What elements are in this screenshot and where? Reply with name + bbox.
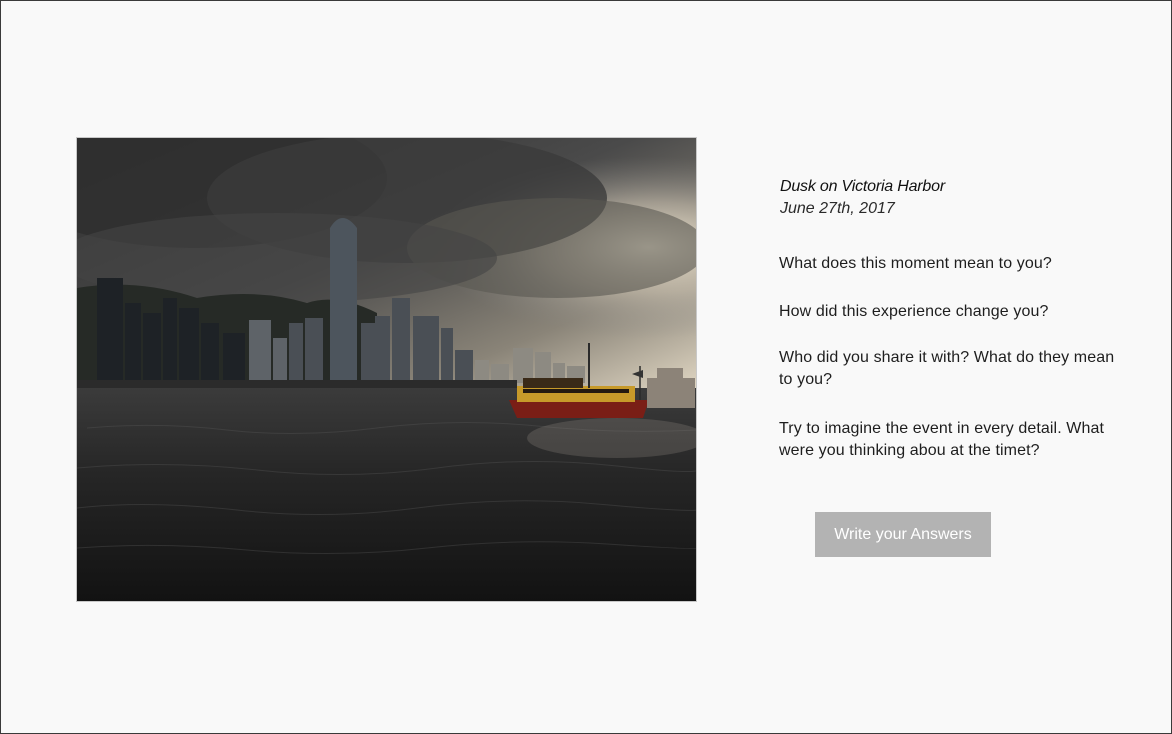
memory-date: June 27th, 2017 xyxy=(780,200,895,217)
prompt-change: How did this experience change you? xyxy=(779,303,1049,320)
prompt-imagine-detail: Try to imagine the event in every detail… xyxy=(779,420,1105,459)
memory-photo xyxy=(76,137,697,602)
write-answers-button[interactable]: Write your Answers xyxy=(815,512,991,557)
prompt-meaning: What does this moment mean to you? xyxy=(779,255,1052,272)
memory-title: Dusk on Victoria Harbor xyxy=(780,178,945,195)
page-frame: Dusk on Victoria Harbor June 27th, 2017 … xyxy=(0,0,1172,734)
prompt-shared-with: Who did you share it with? What do they … xyxy=(779,349,1115,388)
